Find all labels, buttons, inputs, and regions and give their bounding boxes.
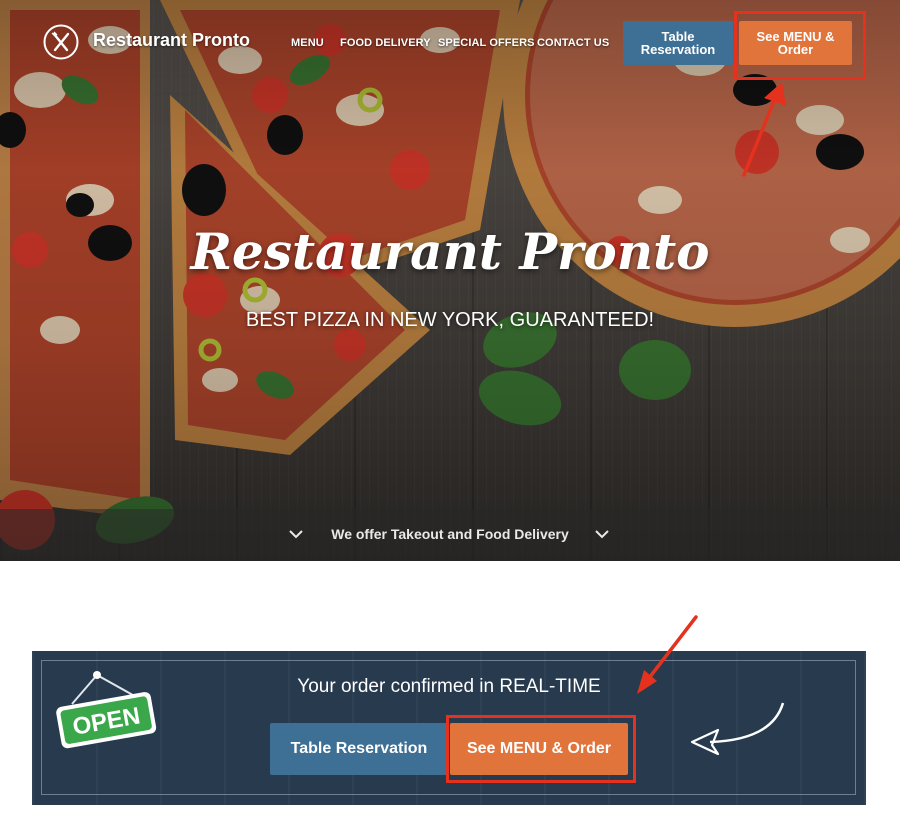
chevron-down-icon (595, 530, 609, 539)
nav-link-menu[interactable]: MENU (291, 37, 324, 49)
table-reservation-label: Table Reservation (640, 29, 716, 57)
nav-link-special-offers[interactable]: SPECIAL OFFERS (438, 37, 535, 49)
promo-see-menu-order-button[interactable]: See MENU & Order (450, 723, 628, 775)
promo-title: Your order confirmed in REAL-TIME (297, 676, 601, 697)
hero-section: Restaurant Pronto MENU FOOD DELIVERY SPE… (0, 0, 900, 561)
promo-table-reservation-button[interactable]: Table Reservation (270, 723, 448, 775)
info-bar-text: We offer Takeout and Food Delivery (331, 526, 569, 542)
hero-title: Restaurant Pronto (190, 222, 710, 281)
promo-see-menu-order-label: See MENU & Order (466, 740, 612, 757)
promo-banner: OPEN Your order confirmed in REAL-TIME T… (32, 651, 866, 805)
restaurant-logo-icon[interactable] (43, 24, 79, 60)
nav-link-food-delivery[interactable]: FOOD DELIVERY (340, 37, 431, 49)
nav-link-contact-us[interactable]: CONTACT US (537, 37, 609, 49)
see-menu-order-label: See MENU & Order (756, 29, 835, 57)
brand-name[interactable]: Restaurant Pronto (93, 30, 250, 51)
promo-table-reservation-label: Table Reservation (290, 740, 428, 757)
hero-subtitle: BEST PIZZA IN NEW YORK, GUARANTEED! (245, 309, 655, 331)
table-reservation-button[interactable]: Table Reservation (623, 21, 733, 65)
info-bar[interactable]: We offer Takeout and Food Delivery (0, 509, 900, 561)
see-menu-order-button[interactable]: See MENU & Order (739, 21, 852, 65)
